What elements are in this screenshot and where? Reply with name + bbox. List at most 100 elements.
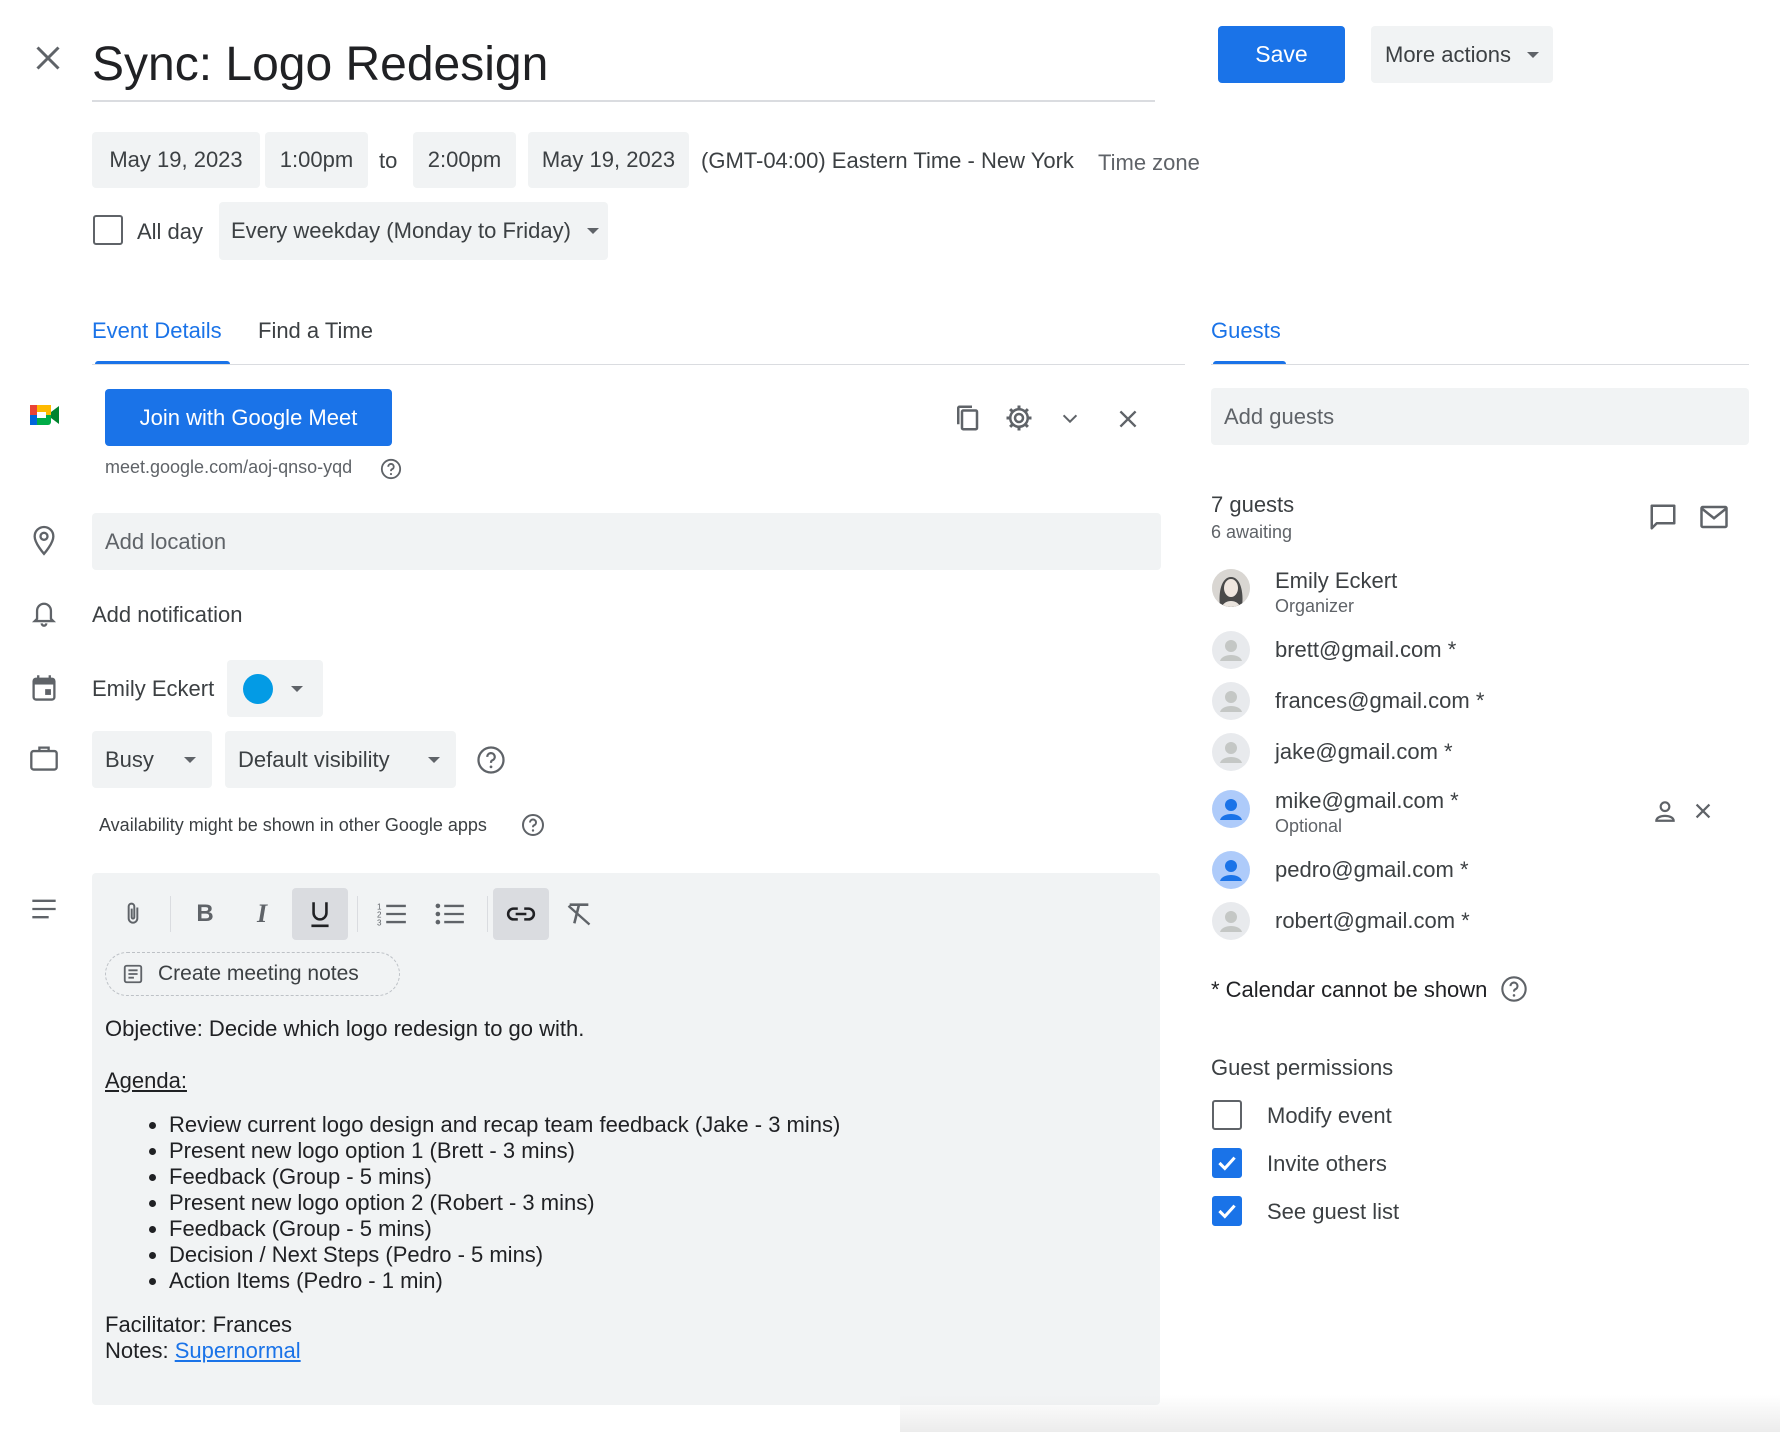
- meet-link[interactable]: meet.google.com/aoj-qnso-yqd: [105, 457, 352, 478]
- facilitator-text: Facilitator: Frances: [105, 1312, 293, 1337]
- list-item: Present new logo option 1 (Brett - 3 min…: [169, 1138, 1145, 1164]
- end-time-field[interactable]: 2:00pm: [413, 132, 516, 188]
- end-time-value: 2:00pm: [427, 147, 502, 172]
- bulleted-list-icon: [435, 903, 464, 925]
- recurrence-value: Every weekday (Monday to Friday): [231, 218, 571, 243]
- italic-icon: I: [256, 899, 268, 928]
- chevron-down-icon[interactable]: [1057, 408, 1083, 430]
- underline-button[interactable]: [292, 888, 348, 940]
- tab-guests[interactable]: Guests: [1211, 318, 1281, 344]
- visibility-select[interactable]: Default visibility: [225, 731, 456, 788]
- meet-logo-icon: [28, 401, 61, 429]
- timezone-display: (GMT-04:00) Eastern Time - New York: [701, 148, 1074, 173]
- tab-find-a-time[interactable]: Find a Time: [258, 318, 373, 344]
- tabs-divider: [92, 364, 1185, 365]
- availability-value: Busy: [105, 746, 154, 772]
- clear-format-button[interactable]: [551, 888, 607, 940]
- location-pin-icon: [30, 524, 58, 558]
- recurrence-select[interactable]: Every weekday (Monday to Friday): [219, 202, 608, 260]
- link-icon: [506, 907, 536, 921]
- guest-row[interactable]: pedro@gmail.com *: [1212, 851, 1752, 891]
- visibility-value: Default visibility: [238, 746, 390, 772]
- notes-prefix: Notes:: [105, 1338, 175, 1363]
- more-actions-button[interactable]: More actions: [1371, 26, 1553, 83]
- italic-button[interactable]: I: [234, 888, 290, 940]
- toolbar-separator: [487, 896, 488, 932]
- start-date-value: May 19, 2023: [109, 147, 243, 172]
- list-item: Action Items (Pedro - 1 min): [169, 1268, 1145, 1294]
- copy-icon[interactable]: [952, 402, 982, 434]
- start-time-value: 1:00pm: [279, 147, 354, 172]
- chat-icon[interactable]: [1648, 502, 1678, 532]
- calendar-color-select[interactable]: [227, 660, 323, 717]
- attach-button[interactable]: [105, 888, 161, 940]
- guest-row[interactable]: brett@gmail.com *: [1212, 631, 1752, 671]
- clear-format-icon: [567, 903, 591, 926]
- modify-event-checkbox[interactable]: [1212, 1100, 1242, 1130]
- start-time-field[interactable]: 1:00pm: [265, 132, 368, 188]
- dropdown-caret-icon: [291, 685, 303, 692]
- numbered-list-button[interactable]: 123: [364, 888, 420, 940]
- guest-row[interactable]: Emily Eckert Organizer: [1212, 568, 1752, 628]
- start-date-field[interactable]: May 19, 2023: [92, 132, 260, 188]
- settings-icon[interactable]: [1004, 403, 1034, 433]
- toolbar-separator: [357, 896, 358, 932]
- invite-others-label: Invite others: [1267, 1151, 1387, 1176]
- create-meeting-notes-button[interactable]: Create meeting notes: [105, 952, 400, 996]
- help-icon[interactable]: [521, 813, 545, 837]
- avatar: [1212, 790, 1250, 828]
- close-icon[interactable]: [30, 40, 66, 76]
- list-item: Feedback (Group - 5 mins): [169, 1216, 1145, 1242]
- list-item: Decision / Next Steps (Pedro - 5 mins): [169, 1242, 1145, 1268]
- guest-row[interactable]: frances@gmail.com *: [1212, 682, 1752, 722]
- help-icon[interactable]: [476, 745, 506, 775]
- help-icon[interactable]: [380, 458, 402, 480]
- tab-event-details[interactable]: Event Details: [92, 318, 222, 344]
- guest-name: mike@gmail.com *: [1275, 788, 1459, 813]
- avatar: [1212, 851, 1250, 889]
- guest-row[interactable]: robert@gmail.com *: [1212, 902, 1752, 942]
- check-icon: [1218, 1204, 1236, 1219]
- calendar-cannot-be-shown-note: * Calendar cannot be shown: [1211, 977, 1488, 1002]
- calendar-color-dot: [243, 674, 273, 704]
- remove-meet-icon[interactable]: [1115, 406, 1141, 432]
- underline-icon: [311, 902, 329, 928]
- see-guest-list-checkbox[interactable]: [1212, 1196, 1242, 1226]
- bulleted-list-button[interactable]: [422, 888, 478, 940]
- join-google-meet-button[interactable]: Join with Google Meet: [105, 389, 392, 446]
- guest-awaiting-count: 6 awaiting: [1211, 522, 1293, 542]
- dropdown-caret-icon: [184, 756, 196, 763]
- timezone-link[interactable]: Time zone: [1098, 150, 1200, 176]
- save-button[interactable]: Save: [1218, 26, 1345, 83]
- all-day-checkbox[interactable]: [93, 215, 123, 245]
- objective-text: Objective: Decide which logo redesign to…: [105, 1016, 585, 1041]
- event-title-input[interactable]: [92, 28, 1155, 102]
- end-date-field[interactable]: May 19, 2023: [528, 132, 689, 188]
- guest-row[interactable]: jake@gmail.com *: [1212, 733, 1752, 773]
- guest-name: frances@gmail.com *: [1275, 688, 1485, 713]
- see-guest-list-label: See guest list: [1267, 1199, 1400, 1224]
- bold-button[interactable]: B: [177, 888, 233, 940]
- guest-name: pedro@gmail.com *: [1275, 857, 1469, 882]
- list-item: Review current logo design and recap tea…: [169, 1112, 1145, 1138]
- availability-select[interactable]: Busy: [92, 731, 212, 788]
- remove-guest-icon[interactable]: [1692, 800, 1714, 822]
- guest-permissions-heading: Guest permissions: [1211, 1055, 1394, 1080]
- location-input[interactable]: [92, 513, 1161, 570]
- notes-doc-icon: [123, 964, 143, 984]
- link-button[interactable]: [493, 888, 549, 940]
- guest-row[interactable]: mike@gmail.com * Optional: [1212, 788, 1752, 848]
- email-icon[interactable]: [1699, 504, 1729, 530]
- agenda-list: Review current logo design and recap tea…: [105, 1112, 1145, 1294]
- dropdown-caret-icon: [1526, 51, 1539, 58]
- add-guests-input[interactable]: [1211, 388, 1749, 445]
- guest-name: brett@gmail.com *: [1275, 637, 1457, 662]
- svg-text:3: 3: [377, 919, 382, 927]
- invite-others-checkbox[interactable]: [1212, 1148, 1242, 1178]
- person-icon[interactable]: [1652, 798, 1678, 824]
- help-icon[interactable]: [1500, 975, 1528, 1003]
- add-notification-link[interactable]: Add notification: [92, 602, 242, 628]
- guest-name: Emily Eckert: [1275, 568, 1398, 593]
- supernormal-link[interactable]: Supernormal: [175, 1338, 301, 1363]
- guest-role: Optional: [1275, 816, 1343, 836]
